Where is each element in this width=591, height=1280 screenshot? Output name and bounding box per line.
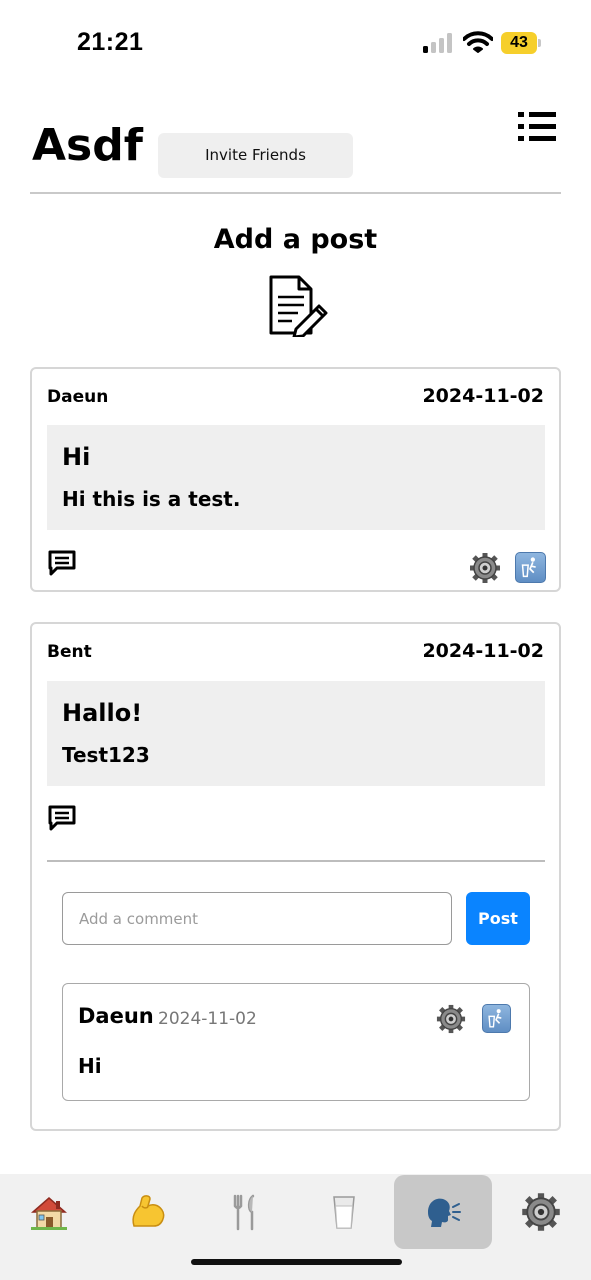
post-date: 2024-11-02 xyxy=(422,385,544,407)
post-body: Hi Hi this is a test. xyxy=(47,425,545,530)
status-time: 21:21 xyxy=(77,28,144,56)
post-text: Hi this is a test. xyxy=(62,487,241,511)
speaking-head-icon xyxy=(428,1198,461,1227)
post-title: Hallo! xyxy=(62,699,143,727)
post-text: Test123 xyxy=(62,743,150,767)
comments-divider xyxy=(47,860,545,862)
list-menu-icon[interactable] xyxy=(518,110,558,144)
tab-food[interactable] xyxy=(197,1174,295,1250)
post-author: Daeun xyxy=(47,387,109,407)
post-card: Daeun 2024-11-02 Hi Hi this is a test. xyxy=(30,367,561,592)
post-date: 2024-11-02 xyxy=(422,640,544,662)
trash-icon[interactable] xyxy=(482,1004,511,1033)
post-card: Bent 2024-11-02 Hallo! Test123 Post Daeu… xyxy=(30,622,561,1131)
page-title: Asdf xyxy=(32,120,143,171)
battery-icon: 43 xyxy=(501,32,541,54)
comment-item: Daeun 2024-11-02 Hi xyxy=(62,983,530,1101)
gear-icon[interactable] xyxy=(469,552,501,584)
tab-workout[interactable] xyxy=(99,1174,197,1250)
tab-drinks[interactable] xyxy=(295,1174,393,1250)
comment-icon[interactable] xyxy=(48,805,76,831)
tab-settings[interactable] xyxy=(492,1174,590,1250)
glass-of-milk-icon xyxy=(333,1196,355,1229)
comment-icon[interactable] xyxy=(48,550,76,576)
comment-date: 2024-11-02 xyxy=(158,1009,257,1029)
gear-icon[interactable] xyxy=(436,1004,466,1034)
tab-home[interactable] xyxy=(0,1174,98,1250)
wifi-icon xyxy=(463,31,493,53)
comment-author: Daeun xyxy=(78,1004,154,1028)
fork-and-knife-icon xyxy=(233,1194,255,1231)
header-divider xyxy=(30,192,561,194)
tab-community[interactable] xyxy=(394,1175,492,1249)
status-bar: 21:21 43 xyxy=(0,0,591,90)
battery-level: 43 xyxy=(510,34,528,51)
house-icon xyxy=(31,1197,67,1230)
comment-text: Hi xyxy=(78,1054,102,1078)
cellular-signal-icon xyxy=(423,33,455,53)
add-post-title: Add a post xyxy=(213,224,378,255)
compose-post-icon[interactable] xyxy=(266,275,328,337)
post-title: Hi xyxy=(62,443,91,471)
trash-icon[interactable] xyxy=(515,552,546,583)
post-comment-button[interactable]: Post xyxy=(466,892,530,945)
comment-input[interactable] xyxy=(62,892,452,945)
gear-icon xyxy=(522,1193,560,1231)
post-author: Bent xyxy=(47,642,92,662)
post-body: Hallo! Test123 xyxy=(47,681,545,786)
invite-friends-button[interactable]: Invite Friends xyxy=(158,133,353,178)
flexed-biceps-icon xyxy=(132,1195,165,1227)
home-indicator xyxy=(191,1259,402,1265)
